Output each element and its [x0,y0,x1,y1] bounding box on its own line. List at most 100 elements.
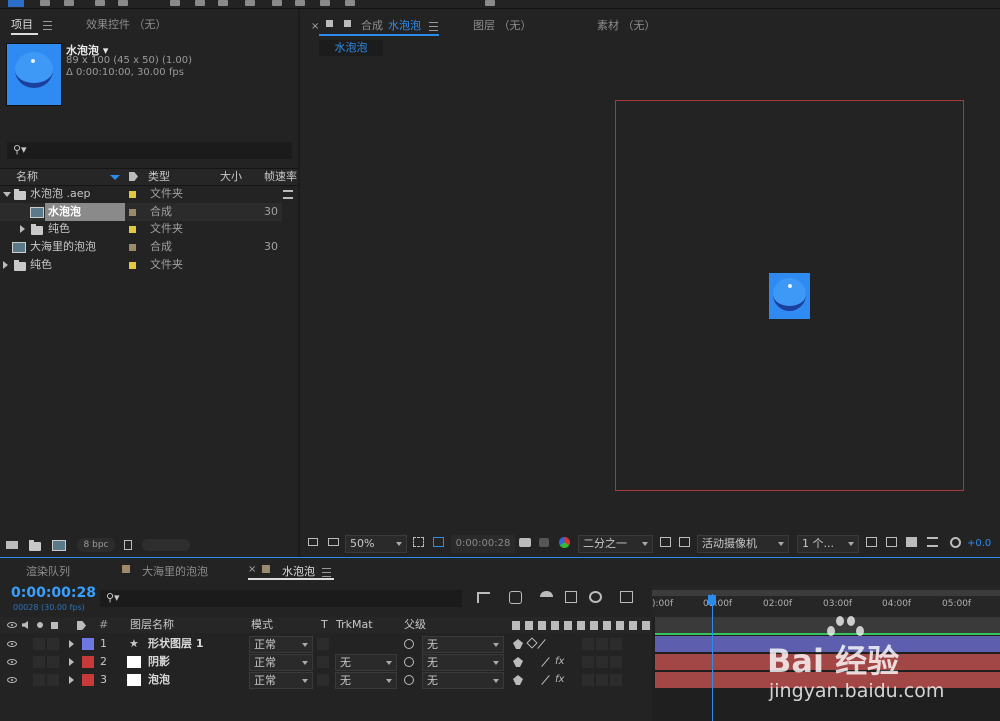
trkmat-dropdown[interactable]: 无 [335,672,397,689]
brush-tool-icon[interactable] [272,0,282,6]
exposure-icon[interactable] [950,537,961,548]
comp-mini-flowchart-icon[interactable] [477,592,490,603]
work-area-bar[interactable] [652,590,1000,596]
playhead-line[interactable] [712,594,713,721]
always-preview-icon[interactable] [308,538,318,546]
new-folder-icon[interactable] [29,540,41,551]
lock-toggle[interactable] [47,656,59,668]
lock-icon[interactable] [326,20,333,27]
label-tag-icon[interactable] [129,172,138,181]
text-tool-icon[interactable] [245,0,255,6]
hand-tool-icon[interactable] [40,0,50,6]
column-type-header[interactable]: 类型 [148,169,170,185]
snapshot-camera-icon[interactable] [519,538,531,547]
selection-tool-icon[interactable] [8,0,24,7]
tab-composition-name[interactable]: 水泡泡 [388,17,421,33]
layer-row[interactable]: 3 泡泡 正常 无 无 fx [0,671,652,689]
expand-chevron-right-icon[interactable] [20,225,25,233]
pickwhip-spiral-icon[interactable] [404,675,414,685]
lock-icon[interactable] [51,622,58,629]
layer-row[interactable]: 2 阴影 正常 无 无 fx [0,653,652,671]
camera-tool-icon[interactable] [118,0,128,6]
quality-slash-icon[interactable] [537,639,546,649]
viewer-timecode[interactable]: 0:00:00:28 [451,535,515,553]
column-layer-name-header[interactable]: 图层名称 [130,617,174,633]
tab-layer[interactable]: 图层 （无） [473,17,532,33]
pickwhip-spiral-icon[interactable] [404,639,414,649]
views-dropdown[interactable]: 1 个... [797,535,859,553]
lock-toggle[interactable] [47,638,59,650]
mask-tool-icon[interactable] [195,0,205,6]
frame-blending-icon[interactable] [565,591,577,603]
camera-dropdown[interactable]: 活动摄像机 [697,535,789,553]
tab-footage[interactable]: 素材 （无） [597,17,656,33]
column-mode-header[interactable]: 模式 [251,617,273,633]
expand-chevron-right-icon[interactable] [69,640,74,648]
pan-behind-tool-icon[interactable] [170,0,180,6]
solo-toggle[interactable] [33,638,45,650]
project-panel-menu-icon[interactable] [43,21,52,30]
solo-toggle[interactable] [33,674,45,686]
puppet-tool-icon[interactable] [345,0,355,6]
switch-box[interactable] [596,656,608,668]
pickwhip-spiral-icon[interactable] [404,657,414,667]
monitor-icon[interactable] [328,538,339,546]
label-color-swatch[interactable] [129,262,136,269]
visibility-eye-icon[interactable] [7,641,17,647]
toggle-mask-icon[interactable] [679,537,690,547]
guides-icon[interactable] [866,537,877,547]
parent-dropdown[interactable]: 无 [422,672,504,689]
layer-row[interactable]: 1 ★ 形状图层 1 正常 无 [0,635,652,653]
column-trkmat-header[interactable]: TrkMat [336,617,373,633]
column-name-header[interactable]: 名称 [16,169,38,185]
layer-name[interactable]: 阴影 [148,653,170,671]
close-tab-icon[interactable]: × [311,21,319,32]
close-tab-icon[interactable]: × [248,564,256,575]
clone-tool-icon[interactable] [295,0,305,6]
eraser-tool-icon[interactable] [320,0,330,6]
quality-slash-icon[interactable] [541,657,550,667]
snapping-icon[interactable] [485,0,495,6]
layer-name[interactable]: 形状图层 1 [148,635,203,653]
show-snapshot-icon[interactable] [539,538,549,547]
timeline-link-icon[interactable] [906,537,917,547]
tab-project[interactable]: 项目 [11,16,33,32]
timeline-menu-icon[interactable] [322,568,331,577]
shy-layers-icon[interactable] [540,591,553,603]
switch-box[interactable] [610,638,622,650]
label-color-swatch[interactable] [129,226,136,233]
new-composition-icon[interactable] [52,540,66,551]
preserve-transparency-toggle[interactable] [317,656,329,668]
zoom-tool-icon[interactable] [64,0,74,6]
interpret-footage-icon[interactable] [6,541,18,549]
region-of-interest-icon[interactable] [413,537,424,547]
switch-box[interactable] [582,638,594,650]
layer-search-input[interactable]: ⚲▾ [100,590,462,607]
mode-dropdown[interactable]: 正常 [249,672,313,689]
quality-slash-icon[interactable] [541,675,550,685]
zoom-dropdown[interactable]: 50% [345,535,407,553]
list-item[interactable]: 大海里的泡泡 合成 30 [0,238,282,256]
tab-ocean-bubbles[interactable]: 大海里的泡泡 [142,563,208,579]
current-timecode[interactable]: 0:00:00:28 [11,585,96,601]
thumbnail-size-slider[interactable] [142,539,190,551]
expand-chevron-right-icon[interactable] [69,676,74,684]
switch-box[interactable] [610,674,622,686]
graph-editor-icon[interactable] [620,591,633,603]
label-color-swatch[interactable] [82,656,94,668]
sort-chevron-down-icon[interactable] [110,175,120,180]
reset-exposure-icon[interactable] [886,537,897,547]
tab-bubble[interactable]: 水泡泡 [282,563,315,579]
label-color-swatch[interactable] [129,244,136,251]
list-item-selected[interactable]: 水泡泡 合成 30 [0,203,282,221]
solo-dot-icon[interactable] [37,622,43,628]
label-color-swatch[interactable] [82,674,94,686]
pen-tool-icon[interactable] [218,0,228,6]
flowchart-icon[interactable] [927,537,938,547]
preserve-transparency-toggle[interactable] [317,638,329,650]
shy-switch-icon[interactable] [513,639,523,649]
switch-box[interactable] [582,656,594,668]
visibility-eye-icon[interactable] [7,659,17,665]
collapse-switch-icon[interactable] [526,637,538,649]
bubble-layer-preview[interactable] [769,273,810,319]
